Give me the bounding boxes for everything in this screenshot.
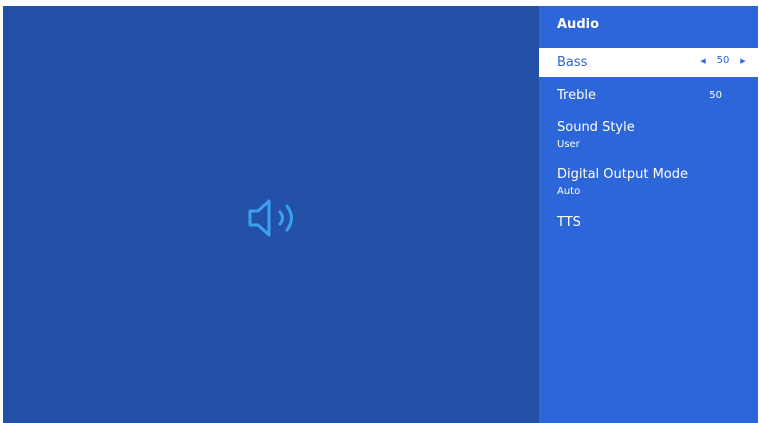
arrow-right-icon[interactable]: ▶ [738,57,748,65]
menu-item-label: Bass [557,55,588,70]
speaker-icon [248,199,293,237]
menu-item-label: Sound Style [557,120,635,135]
bass-value: 50 [716,55,730,66]
menu-item-digital-output-mode[interactable]: Digital Output Mode Auto [539,167,758,199]
preview-area [3,6,539,423]
menu-item-label: TTS [557,215,581,230]
menu-item-subvalue: Auto [557,186,581,197]
menu-item-sound-style[interactable]: Sound Style User [539,120,758,152]
menu-item-label: Digital Output Mode [557,167,689,182]
tv-screen: Audio Bass ◀ 50 ▶ Treble 50 Sound Style … [3,6,758,423]
menu-item-subvalue: User [557,139,580,150]
menu-item-label: Treble [557,88,596,103]
bass-stepper[interactable]: ◀ 50 ▶ [698,55,748,66]
panel-title: Audio [557,17,600,32]
menu-item-tts[interactable]: TTS [539,215,758,231]
treble-value: 50 [709,90,722,101]
menu-item-treble[interactable]: Treble 50 [539,88,758,104]
arrow-left-icon[interactable]: ◀ [698,57,708,65]
menu-item-bass[interactable]: Bass ◀ 50 ▶ [539,48,758,77]
audio-settings-panel: Audio Bass ◀ 50 ▶ Treble 50 Sound Style … [539,6,758,423]
